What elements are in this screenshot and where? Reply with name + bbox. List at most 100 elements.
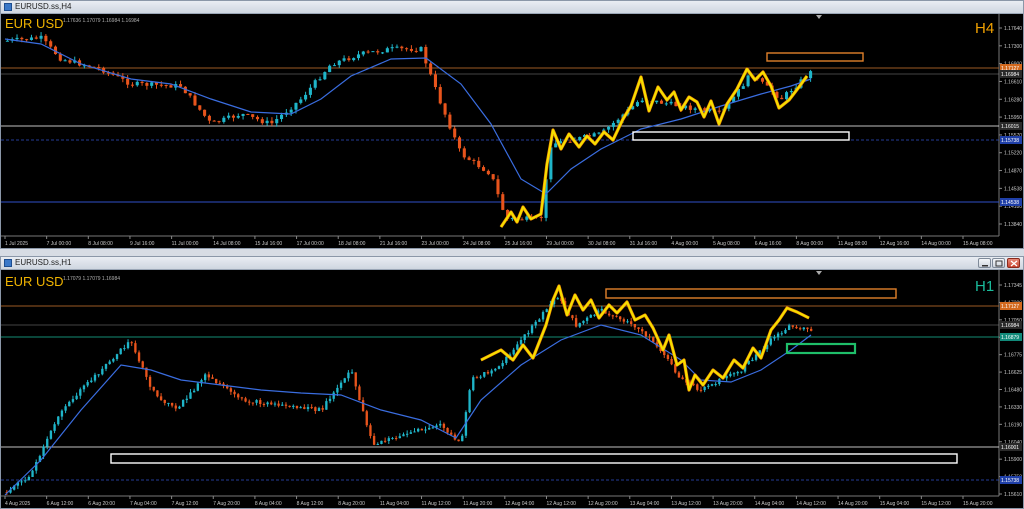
- time-label: 8 Jul 08:00: [88, 241, 113, 247]
- current-price-label: 1.16879: [1001, 335, 1019, 341]
- candle-body: [361, 400, 365, 412]
- candle-body: [141, 361, 144, 368]
- candle-body: [259, 400, 262, 404]
- time-label: 9 Jul 16:00: [130, 241, 155, 247]
- candle-body: [497, 366, 501, 369]
- candle-body: [740, 371, 743, 373]
- candle-body: [270, 120, 274, 124]
- chart-window-h4[interactable]: EURUSD.ss,H4 1.176401.173001.169001.1661…: [0, 0, 1024, 249]
- candle-body: [196, 383, 199, 391]
- candle-body: [34, 37, 38, 39]
- candle-body: [57, 416, 60, 425]
- candle-body: [266, 402, 269, 405]
- time-label: 4 Aug 00:00: [671, 241, 698, 247]
- time-label: 11 Aug 08:00: [838, 241, 867, 247]
- candle-body: [251, 114, 255, 117]
- maximize-button[interactable]: [992, 258, 1005, 268]
- candle-body: [119, 348, 122, 355]
- minimize-button[interactable]: [978, 258, 991, 268]
- candle-body: [207, 374, 211, 378]
- candle-body: [468, 390, 471, 413]
- time-label: 12 Aug 16:00: [880, 241, 910, 247]
- time-label: 25 Jul 16:00: [505, 241, 532, 247]
- candle-body: [496, 179, 500, 195]
- candle-body: [39, 35, 43, 39]
- candle-body: [140, 81, 144, 84]
- time-label: 7 Aug 12:00: [172, 501, 199, 507]
- candle-body: [578, 323, 581, 327]
- symbol-label: EUR USD: [5, 274, 64, 289]
- price-label: 1.14538: [1004, 186, 1022, 192]
- candle-body: [185, 398, 188, 401]
- candle-body: [677, 372, 681, 378]
- candle-body: [402, 434, 405, 437]
- candle-body: [115, 354, 119, 359]
- candle-body: [663, 350, 666, 356]
- current-price-label: 1.15738: [1001, 478, 1019, 484]
- candle-body: [211, 377, 214, 379]
- candle-body: [123, 348, 126, 350]
- candle-body: [126, 78, 130, 85]
- time-label: 11 Jul 00:00: [172, 241, 199, 247]
- candle-body: [376, 51, 380, 53]
- candle-body: [725, 376, 728, 379]
- candle-body: [366, 51, 370, 53]
- candle-body: [371, 51, 375, 53]
- candle-body: [233, 391, 236, 395]
- time-label: 8 Aug 04:00: [255, 501, 282, 507]
- candle-body: [145, 83, 149, 86]
- candle-body: [108, 361, 111, 365]
- candle-body: [156, 390, 159, 397]
- candle-body: [592, 133, 596, 137]
- candle-body: [164, 84, 168, 86]
- chart-window-h1[interactable]: EURUSD.ss,H1 1.173451.172001.170501.1690…: [0, 256, 1024, 509]
- candle-body: [385, 48, 389, 53]
- current-price-label: 1.14538: [1001, 200, 1019, 206]
- candle-body: [640, 100, 644, 103]
- candle-body: [217, 121, 221, 123]
- price-chart[interactable]: 1.173451.172001.170501.169001.167751.166…: [1, 270, 1023, 508]
- window-titlebar[interactable]: EURUSD.ss,H1: [1, 257, 1023, 270]
- time-label: 8 Aug 00:00: [796, 241, 823, 247]
- candle-body: [809, 328, 813, 331]
- candle-body: [240, 397, 244, 399]
- price-label: 1.15900: [1004, 457, 1022, 463]
- candle-body: [49, 430, 53, 439]
- candle-body: [424, 429, 427, 431]
- candle-body: [483, 372, 486, 377]
- candle-body: [780, 97, 784, 100]
- price-chart[interactable]: 1.176401.173001.169001.166101.162801.159…: [1, 14, 1023, 248]
- candle-body: [703, 386, 706, 391]
- candle-body: [369, 425, 372, 436]
- window-titlebar[interactable]: EURUSD.ss,H4: [1, 1, 1023, 14]
- time-label: 15 Aug 20:00: [963, 501, 993, 507]
- candle-body: [729, 373, 732, 377]
- candle-body: [637, 327, 640, 330]
- candle-body: [82, 385, 86, 390]
- candle-body: [789, 90, 793, 93]
- window-title: EURUSD.ss,H1: [15, 258, 72, 267]
- candle-body: [270, 402, 273, 405]
- candle-body: [246, 113, 250, 115]
- candle-body: [453, 128, 457, 138]
- price-label: 1.16480: [1004, 388, 1022, 394]
- candle-body: [607, 313, 611, 316]
- time-label: 6 Aug 20:00: [88, 501, 115, 507]
- candle-body: [670, 358, 673, 365]
- candle-body: [222, 117, 226, 122]
- price-label: 1.17345: [1004, 283, 1022, 289]
- time-label: 23 Jul 00:00: [422, 241, 449, 247]
- time-label: 14 Aug 12:00: [796, 501, 826, 507]
- candle-body: [736, 372, 739, 374]
- candle-body: [787, 325, 791, 330]
- candle-body: [381, 52, 385, 54]
- candle-body: [44, 35, 48, 42]
- close-button[interactable]: [1007, 258, 1020, 268]
- candle-body: [150, 82, 154, 86]
- candle-body: [169, 85, 173, 88]
- candle-body: [554, 143, 558, 148]
- time-label: 17 Jul 00:00: [297, 241, 324, 247]
- window-title: EURUSD.ss,H4: [15, 2, 72, 11]
- time-label: 15 Jul 16:00: [255, 241, 282, 247]
- candle-body: [317, 408, 321, 411]
